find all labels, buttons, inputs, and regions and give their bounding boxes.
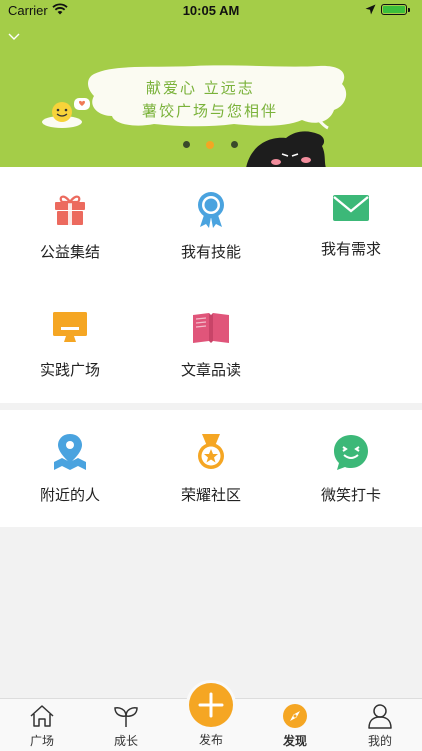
tab-label: 广场 bbox=[29, 734, 54, 748]
home-icon bbox=[30, 705, 54, 727]
tile-my-needs[interactable]: 我有需求 bbox=[281, 167, 421, 285]
tile-article-reading[interactable]: 文章品读 bbox=[141, 285, 281, 403]
envelope-icon bbox=[333, 195, 369, 221]
tab-label: 我的 bbox=[367, 734, 392, 748]
smile-chat-icon bbox=[334, 435, 368, 470]
tile-honor-community[interactable]: 荣耀社区 bbox=[141, 410, 281, 527]
map-pin-icon bbox=[54, 434, 86, 470]
tile-smile-checkin[interactable]: 微笑打卡 bbox=[281, 410, 421, 527]
ribbon-badge-icon bbox=[198, 192, 224, 228]
tile-label: 文章品读 bbox=[180, 362, 241, 379]
carousel-dot-3[interactable] bbox=[231, 141, 238, 148]
monitor-icon bbox=[53, 312, 87, 342]
tile-label: 附近的人 bbox=[39, 487, 100, 504]
plus-icon bbox=[198, 692, 224, 718]
tab-mine[interactable]: 我的 bbox=[338, 699, 422, 751]
tile-label: 微笑打卡 bbox=[320, 487, 381, 504]
compass-icon bbox=[283, 704, 307, 728]
battery-icon bbox=[381, 4, 407, 15]
tab-label: 发现 bbox=[282, 734, 307, 748]
feature-grid-secondary: 附近的人 荣耀社区 微笑打卡 bbox=[0, 410, 422, 527]
status-time: 10:05 AM bbox=[182, 3, 240, 18]
person-icon bbox=[368, 704, 392, 729]
tile-charity-rally[interactable]: 公益集结 bbox=[0, 167, 140, 285]
gift-icon bbox=[55, 195, 85, 225]
tab-square[interactable]: 广场 bbox=[0, 699, 84, 751]
tile-nearby-people[interactable]: 附近的人 bbox=[0, 410, 140, 527]
tile-label: 我有技能 bbox=[180, 244, 241, 261]
carousel-dot-2[interactable] bbox=[206, 140, 214, 149]
carousel-dot-1[interactable] bbox=[183, 141, 190, 148]
banner-slogan-line1: 献爱心 立远志 bbox=[146, 79, 255, 97]
tile-practice-square[interactable]: 实践广场 bbox=[0, 285, 140, 403]
smiling-sun-icon bbox=[42, 98, 90, 128]
banner-slogan-line2: 薯饺广场与您相伴 bbox=[142, 102, 279, 120]
sprout-icon bbox=[114, 707, 138, 727]
tile-label: 实践广场 bbox=[39, 362, 100, 379]
location-arrow-icon bbox=[365, 4, 376, 15]
tile-label: 公益集结 bbox=[39, 244, 100, 261]
chevron-down-icon[interactable] bbox=[8, 33, 20, 41]
banner-carousel[interactable]: Carrier 10:05 AM 献爱心 立远志 薯饺广场与您相伴 bbox=[0, 0, 422, 167]
medal-icon bbox=[198, 434, 224, 469]
mascot-blob-illustration bbox=[246, 131, 326, 167]
feature-grid-primary: 公益集结 我有技能 我有需求 实践广场 文章品读 bbox=[0, 167, 422, 403]
tab-label: 成长 bbox=[113, 734, 138, 748]
open-book-icon bbox=[193, 313, 229, 343]
tab-discover[interactable]: 发现 bbox=[253, 699, 337, 751]
tile-label: 我有需求 bbox=[320, 241, 381, 258]
tile-my-skills[interactable]: 我有技能 bbox=[141, 167, 281, 285]
publish-button[interactable] bbox=[189, 683, 233, 727]
tile-label: 荣耀社区 bbox=[180, 487, 241, 504]
tab-growth[interactable]: 成长 bbox=[84, 699, 168, 751]
tab-label: 发布 bbox=[198, 733, 223, 747]
status-bar: Carrier 10:05 AM bbox=[0, 0, 422, 22]
